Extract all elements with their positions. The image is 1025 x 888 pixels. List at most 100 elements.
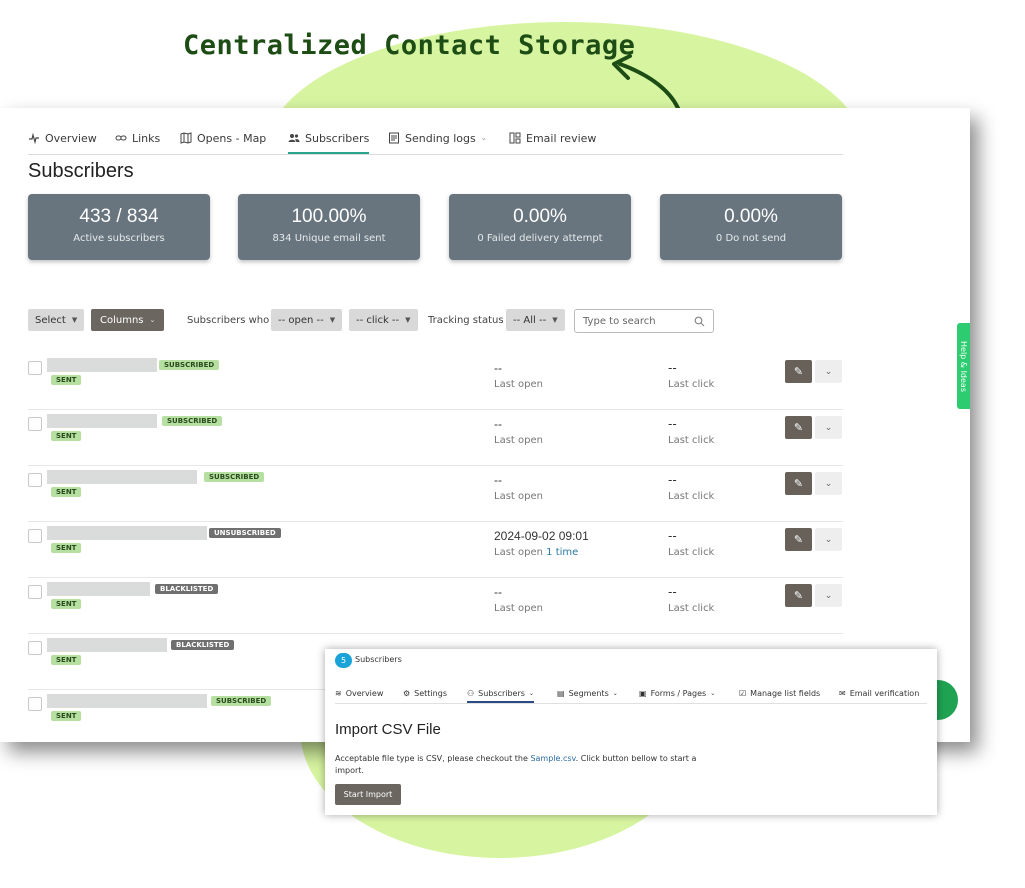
- columns-dropdown[interactable]: Columns ⌄: [91, 309, 165, 331]
- row-checkbox[interactable]: [28, 641, 42, 655]
- import-title: Import CSV File: [335, 721, 441, 738]
- tab-label: Subscribers: [478, 688, 525, 698]
- start-import-button[interactable]: Start Import: [335, 784, 401, 805]
- row-actions-dropdown[interactable]: ⌄: [815, 360, 842, 383]
- tab-sending-logs[interactable]: Sending logs ⌄: [388, 124, 487, 152]
- stat-label: 0 Failed delivery attempt: [477, 233, 603, 244]
- table-row: UNSUBSCRIBED SENT 2024-09-02 09:01 Last …: [28, 521, 843, 578]
- click-filter-select[interactable]: -- click -- ▼: [349, 309, 418, 331]
- pencil-icon: ✎: [793, 421, 804, 434]
- row-checkbox[interactable]: [28, 697, 42, 711]
- last-open-value: --: [494, 585, 502, 599]
- edit-button[interactable]: ✎: [785, 360, 812, 383]
- tab-segments[interactable]: ▤ Segments ⌄: [557, 685, 618, 701]
- subscriber-email-redacted[interactable]: [47, 694, 207, 708]
- row-checkbox[interactable]: [28, 417, 42, 431]
- row-checkbox[interactable]: [28, 473, 42, 487]
- status-badge: SUBSCRIBED: [159, 360, 220, 370]
- open-count-link[interactable]: 1 time: [546, 547, 578, 558]
- page-title: Subscribers: [28, 160, 134, 182]
- status-badge: UNSUBSCRIBED: [209, 528, 281, 538]
- row-actions-dropdown[interactable]: ⌄: [815, 416, 842, 439]
- row-checkbox[interactable]: [28, 361, 42, 375]
- search-icon: [694, 316, 705, 326]
- edit-button[interactable]: ✎: [785, 472, 812, 495]
- subscriber-email-redacted[interactable]: [47, 526, 207, 540]
- stat-card-active: 433 / 834 Active subscribers: [28, 194, 210, 260]
- tracking-status-select[interactable]: -- All -- ▼: [506, 309, 565, 331]
- tab-label: Sending logs: [405, 131, 476, 145]
- import-desc-text: Acceptable file type is CSV, please chec…: [335, 754, 531, 763]
- tab-subscribers[interactable]: ⚇ Subscribers ⌄: [467, 685, 534, 703]
- caret-down-icon: ▼: [329, 316, 336, 324]
- subscriber-email-redacted[interactable]: [47, 470, 197, 484]
- subscriber-email-redacted[interactable]: [47, 638, 167, 652]
- last-open-value: --: [494, 361, 502, 375]
- status-badge: BLACKLISTED: [155, 584, 219, 594]
- tracking-status-value: -- All --: [513, 314, 547, 326]
- tab-label: Opens - Map: [197, 131, 267, 145]
- tab-links[interactable]: Links: [115, 124, 160, 152]
- row-checkbox[interactable]: [28, 529, 42, 543]
- link-icon: [115, 135, 127, 141]
- gear-icon: ⚙: [403, 688, 411, 698]
- row-actions-dropdown[interactable]: ⌄: [815, 472, 842, 495]
- columns-label: Columns: [100, 314, 144, 326]
- table-row: SUBSCRIBED SENT -- Last open -- Last cli…: [28, 409, 843, 466]
- subscriber-email-redacted[interactable]: [47, 414, 157, 428]
- subscriber-email-redacted[interactable]: [47, 582, 150, 596]
- stat-value: 0.00%: [513, 206, 567, 227]
- import-csv-panel: 5 Subscribers ≋ Overview ⚙ Settings ⚇ Subsc…: [325, 649, 937, 815]
- last-click-value: --: [668, 529, 677, 543]
- activity-icon: [29, 132, 39, 144]
- edit-button[interactable]: ✎: [785, 416, 812, 439]
- subscriber-email-redacted[interactable]: [47, 358, 157, 372]
- search-placeholder: Type to search: [583, 315, 656, 327]
- tab-settings[interactable]: ⚙ Settings: [403, 685, 447, 701]
- edit-button[interactable]: ✎: [785, 528, 812, 551]
- activity-icon: ≋: [335, 688, 342, 698]
- search-input[interactable]: Type to search: [574, 309, 714, 333]
- last-click-value: --: [668, 473, 677, 487]
- map-icon: [180, 132, 192, 144]
- status-badge: SUBSCRIBED: [204, 472, 265, 482]
- edit-button[interactable]: ✎: [785, 584, 812, 607]
- import-subtitle: Subscribers: [355, 655, 402, 664]
- chevron-down-icon: ⌄: [824, 590, 833, 601]
- pencil-icon: ✎: [793, 533, 804, 546]
- tab-forms-pages[interactable]: ▣ Forms / Pages ⌄: [639, 685, 715, 701]
- tab-email-verification[interactable]: ✉ Email verification: [839, 685, 919, 701]
- select-dropdown[interactable]: Select ▼: [28, 309, 85, 331]
- headline: Centralized Contact Storage: [183, 30, 636, 61]
- chevron-down-icon: ⌄: [612, 689, 618, 697]
- last-open-value: 2024-09-02 09:01: [494, 529, 589, 543]
- tab-opens-map[interactable]: Opens - Map: [180, 124, 266, 152]
- pencil-icon: ✎: [793, 365, 804, 378]
- tab-label: Subscribers: [305, 131, 370, 145]
- pencil-icon: ✎: [793, 589, 804, 602]
- document-icon: [389, 132, 399, 144]
- tab-label: Overview: [45, 131, 97, 145]
- tab-overview[interactable]: Overview: [28, 124, 97, 152]
- open-filter-value: -- open --: [278, 314, 324, 326]
- sent-badge: SENT: [51, 599, 82, 609]
- last-click-label: Last click: [668, 379, 715, 390]
- row-actions-dropdown[interactable]: ⌄: [815, 528, 842, 551]
- last-click-label: Last click: [668, 603, 715, 614]
- last-open-text: Last open: [494, 603, 543, 614]
- help-side-tab-label: Help & Ideas: [959, 340, 968, 392]
- help-side-tab[interactable]: Help & Ideas: [957, 323, 970, 409]
- tab-manage-list-fields[interactable]: ☑ Manage list fields: [739, 685, 820, 701]
- row-actions-dropdown[interactable]: ⌄: [815, 584, 842, 607]
- last-open-label: Last open: [494, 379, 543, 390]
- sent-badge: SENT: [51, 655, 82, 665]
- open-filter-select[interactable]: -- open -- ▼: [271, 309, 343, 331]
- tab-label: Forms / Pages: [650, 688, 707, 698]
- caret-down-icon: ▼: [405, 316, 411, 324]
- row-checkbox[interactable]: [28, 585, 42, 599]
- chevron-down-icon: ⌄: [710, 689, 716, 697]
- tab-email-review[interactable]: Email review: [509, 124, 596, 152]
- tab-overview[interactable]: ≋ Overview: [335, 685, 383, 701]
- tab-subscribers[interactable]: Subscribers: [288, 124, 370, 154]
- sample-csv-link[interactable]: Sample.csv: [530, 754, 575, 763]
